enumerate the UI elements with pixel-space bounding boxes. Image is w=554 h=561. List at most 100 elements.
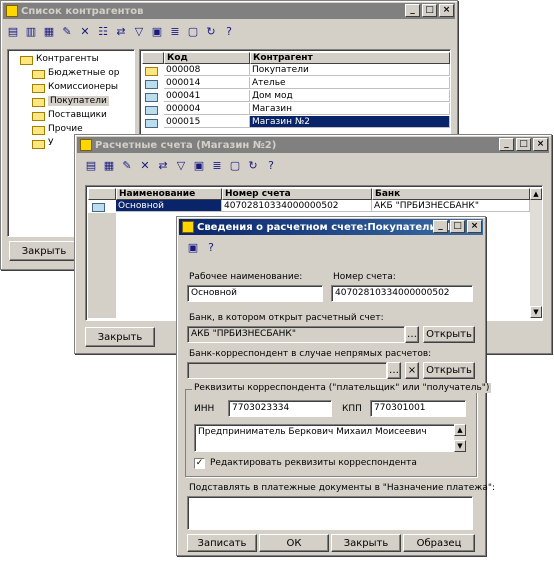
- help-icon[interactable]: ?: [203, 239, 219, 255]
- delete-icon[interactable]: ✕: [77, 23, 93, 39]
- contractors-grid[interactable]: Код Контрагент 000008 Покупатели 000014 …: [139, 49, 451, 139]
- filter-icon[interactable]: ▽: [131, 23, 147, 39]
- tree-item-u[interactable]: У: [48, 138, 53, 148]
- purpose-field[interactable]: [187, 496, 473, 530]
- scroll-up-icon[interactable]: ▲: [454, 424, 466, 436]
- corr-name-field[interactable]: Предприниматель Беркович Михаил Моисееви…: [194, 424, 456, 452]
- table-row-code[interactable]: 000015: [164, 116, 250, 128]
- list-icon[interactable]: ≣: [209, 157, 225, 173]
- write-button[interactable]: Записать: [187, 534, 257, 552]
- contractors-titlebar[interactable]: Список контрагентов: [3, 3, 455, 19]
- print-icon[interactable]: ▢: [185, 23, 201, 39]
- ok-button[interactable]: ОК: [259, 534, 329, 552]
- account-field[interactable]: 40702810334000000502: [331, 285, 473, 302]
- contractors-close-button[interactable]: Закрыть: [9, 241, 79, 261]
- corr-open-button[interactable]: Открыть: [423, 362, 475, 379]
- dialog-close-button[interactable]: Закрыть: [331, 534, 401, 552]
- edit-checkbox-label: Редактировать реквизиты корреспондента: [210, 458, 417, 468]
- bank-open-button[interactable]: Открыть: [423, 326, 475, 343]
- item-icon: [145, 119, 158, 128]
- scroll-down-icon[interactable]: ▼: [454, 440, 466, 452]
- close-button[interactable]: ×: [439, 4, 454, 17]
- corr-clear-button[interactable]: ×: [405, 362, 419, 379]
- edit-checkbox[interactable]: ✓: [194, 458, 205, 469]
- close-button[interactable]: ×: [533, 138, 548, 151]
- window-app-icon: [6, 5, 18, 17]
- purpose-label: Подставлять в платежные документы в "Наз…: [189, 483, 496, 493]
- grid-col-icon: [142, 52, 164, 64]
- table-row-name[interactable]: Дом мод: [250, 90, 450, 102]
- accounts-titlebar[interactable]: Расчетные счета (Магазин №2): [77, 137, 549, 153]
- print-icon[interactable]: ▢: [227, 157, 243, 173]
- kpp-field[interactable]: 770301001: [370, 400, 466, 417]
- table-row-name[interactable]: Покупатели: [250, 64, 450, 76]
- edit-icon[interactable]: ✎: [59, 23, 75, 39]
- move-icon[interactable]: ⇄: [155, 157, 171, 173]
- new-icon[interactable]: ▤: [5, 23, 21, 39]
- hierarchy-icon[interactable]: ▣: [191, 157, 207, 173]
- tree-item-other[interactable]: Прочие: [48, 124, 83, 134]
- correspondent-group-title: Реквизиты корреспондента ("плательщик" и…: [192, 383, 492, 393]
- table-row-code[interactable]: 000004: [164, 103, 250, 115]
- close-button[interactable]: ×: [467, 220, 482, 233]
- table-row-bank[interactable]: АКБ "ПРБИЗНЕСБАНК": [372, 200, 530, 212]
- table-row-name[interactable]: Магазин: [250, 103, 450, 115]
- grid-col-code[interactable]: Код: [164, 52, 250, 64]
- table-row-code[interactable]: 000041: [164, 90, 250, 102]
- tree-item-budget[interactable]: Бюджетные ор: [48, 68, 119, 78]
- copy-icon[interactable]: ▦: [101, 157, 117, 173]
- tree-item-suppliers[interactable]: Поставщики: [48, 110, 107, 120]
- kpp-label: КПП: [342, 404, 362, 414]
- corr-select-button[interactable]: …: [387, 362, 401, 379]
- tree-item-commission[interactable]: Комиссионеры: [48, 82, 118, 92]
- minimize-button[interactable]: _: [499, 138, 514, 151]
- bank-select-button[interactable]: …: [405, 326, 419, 343]
- grid-col-name[interactable]: Наименование: [116, 188, 222, 200]
- grid-col-bank[interactable]: Банк: [372, 188, 530, 200]
- maximize-button[interactable]: □: [516, 138, 531, 151]
- table-row-account[interactable]: 40702810334000000502: [222, 200, 372, 212]
- folder-icon: [32, 140, 45, 149]
- table-row-code[interactable]: 000014: [164, 77, 250, 89]
- scroll-down-icon[interactable]: ▼: [530, 306, 542, 318]
- minimize-button[interactable]: _: [433, 220, 448, 233]
- help-icon[interactable]: ?: [221, 23, 237, 39]
- corr-bank-field[interactable]: [187, 362, 387, 379]
- table-row-name[interactable]: Ателье: [250, 77, 450, 89]
- tree-item-buyers[interactable]: Покупатели: [48, 96, 109, 106]
- maximize-button[interactable]: □: [450, 220, 465, 233]
- tree-item-root[interactable]: Контрагенты: [36, 54, 99, 64]
- table-row-name-selected[interactable]: Магазин №2: [250, 116, 450, 128]
- grid-col-account[interactable]: Номер счета: [222, 188, 372, 200]
- inn-field[interactable]: 7703023334: [228, 400, 332, 417]
- work-name-field[interactable]: Основной: [187, 285, 323, 302]
- account-label: Номер счета:: [333, 272, 396, 282]
- sample-button[interactable]: Образец: [403, 534, 475, 552]
- filter-icon[interactable]: ▽: [173, 157, 189, 173]
- corr-name-scrollbar[interactable]: ▲ ▼: [454, 424, 466, 452]
- move-icon[interactable]: ⇄: [113, 23, 129, 39]
- edit-icon[interactable]: ✎: [119, 157, 135, 173]
- delete-icon[interactable]: ✕: [137, 157, 153, 173]
- hierarchy-icon[interactable]: ▣: [149, 23, 165, 39]
- table-row-name-selected[interactable]: Основной: [116, 200, 222, 212]
- action-icon[interactable]: ▣: [185, 239, 201, 255]
- maximize-button[interactable]: □: [422, 4, 437, 17]
- bank-field[interactable]: АКБ "ПРБИЗНЕСБАНК": [187, 326, 405, 343]
- help-icon[interactable]: ?: [263, 157, 279, 173]
- tree-icon[interactable]: ☷: [95, 23, 111, 39]
- copy-icon[interactable]: ▦: [41, 23, 57, 39]
- scroll-up-icon[interactable]: ▲: [530, 188, 542, 200]
- refresh-icon[interactable]: ↻: [203, 23, 219, 39]
- table-row-code[interactable]: 000008: [164, 64, 250, 76]
- new-group-icon[interactable]: ▥: [23, 23, 39, 39]
- grid-col-contractor[interactable]: Контрагент: [250, 52, 450, 64]
- refresh-icon[interactable]: ↻: [245, 157, 261, 173]
- list-icon[interactable]: ≣: [167, 23, 183, 39]
- bank-label: Банк, в котором открыт расчетный счет:: [189, 313, 384, 323]
- accounts-scrollbar[interactable]: ▲ ▼: [530, 188, 542, 318]
- new-icon[interactable]: ▤: [83, 157, 99, 173]
- minimize-button[interactable]: _: [405, 4, 420, 17]
- folder-icon: [32, 126, 45, 135]
- accounts-close-button[interactable]: Закрыть: [85, 327, 155, 347]
